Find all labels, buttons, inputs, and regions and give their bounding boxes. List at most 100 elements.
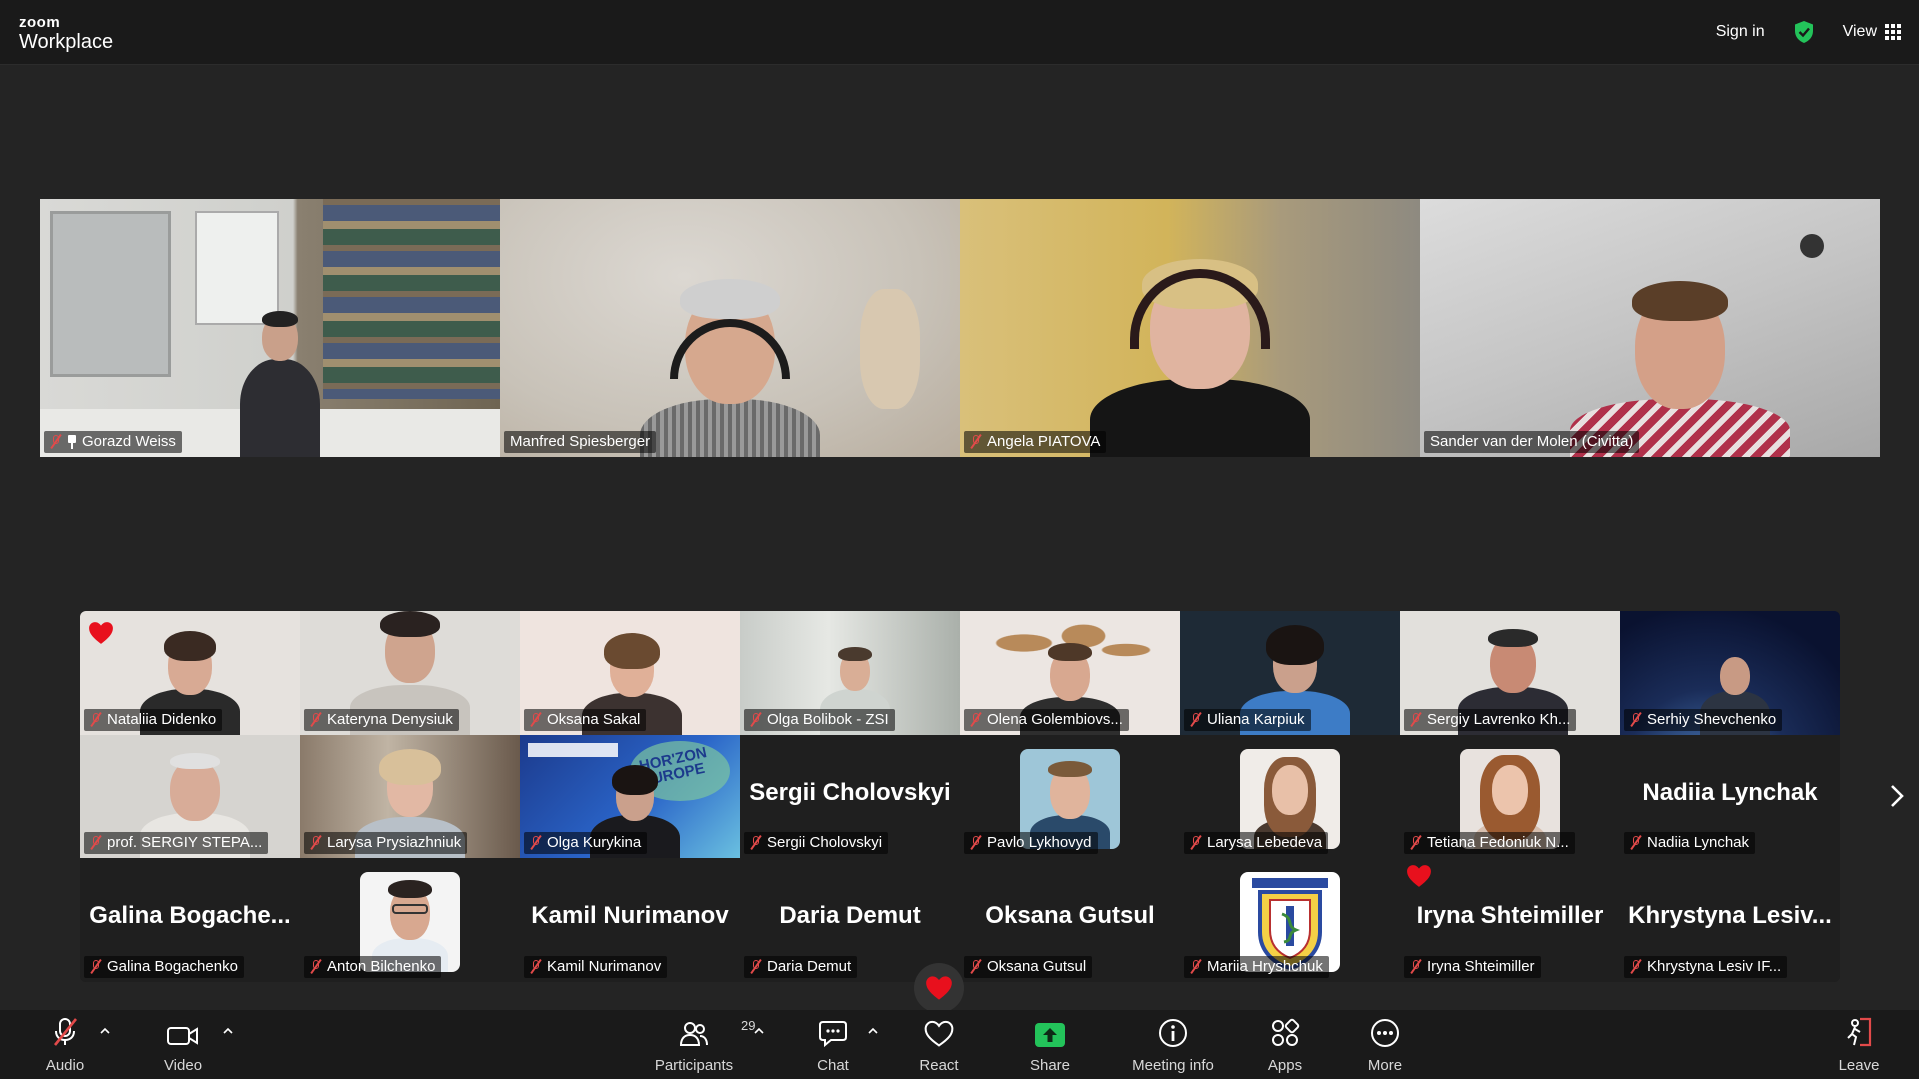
mic-muted-icon bbox=[1410, 959, 1422, 974]
mic-muted-icon bbox=[970, 959, 982, 974]
apps-label: Apps bbox=[1267, 1057, 1303, 1074]
gallery-tile[interactable]: Uliana Karpiuk bbox=[1180, 611, 1400, 735]
video-tile[interactable]: Gorazd Weiss bbox=[40, 199, 500, 457]
audio-button[interactable]: Audio bbox=[40, 1010, 90, 1079]
participant-name-tag: prof. SERGIY STEPA... bbox=[84, 832, 269, 855]
share-button[interactable]: Share bbox=[1025, 1010, 1075, 1079]
participant-display-name: Galina Bogache... bbox=[89, 902, 291, 930]
participant-name: Manfred Spiesberger bbox=[510, 433, 651, 450]
participant-name-tag: Tetiana Fedoniuk N... bbox=[1404, 832, 1575, 855]
participant-name-tag: Nadiia Lynchak bbox=[1624, 832, 1756, 855]
video-label: Video bbox=[163, 1057, 203, 1074]
gallery-tile[interactable]: Tetiana Fedoniuk N... bbox=[1400, 734, 1620, 859]
participant-name-tag: Oksana Gutsul bbox=[964, 955, 1093, 978]
participant-gallery: Nataliia Didenko Kateryna Denysiuk Oksan… bbox=[80, 611, 1840, 982]
gallery-tile[interactable]: Iryna Shteimiller Iryna Shteimiller bbox=[1400, 858, 1620, 982]
react-button[interactable]: React bbox=[914, 1010, 964, 1079]
leave-label: Leave bbox=[1838, 1057, 1880, 1074]
gallery-tile[interactable]: Olena Golembiovs... bbox=[960, 611, 1180, 735]
gallery-tile[interactable]: Olga Bolibok - ZSI bbox=[740, 611, 960, 735]
participant-name-tag: Olga Kurykina bbox=[524, 832, 648, 855]
logo-zoom-text: zoom bbox=[19, 14, 61, 31]
mic-muted-icon bbox=[750, 712, 762, 727]
mic-muted-icon bbox=[1190, 712, 1202, 727]
participant-name: Sander van der Molen (Civitta) bbox=[1430, 433, 1634, 450]
gallery-tile[interactable]: Anton Bilchenko bbox=[300, 858, 520, 982]
mic-muted-icon bbox=[530, 959, 542, 974]
share-screen-icon bbox=[1035, 1023, 1065, 1047]
chat-options-caret-icon[interactable] bbox=[868, 1026, 878, 1036]
audio-label: Audio bbox=[45, 1057, 85, 1074]
top-bar: zoom Workplace Sign in View bbox=[0, 0, 1919, 65]
gallery-tile[interactable]: Sergiy Lavrenko Kh... bbox=[1400, 611, 1620, 735]
gallery-tile[interactable]: Serhiy Shevchenko bbox=[1620, 611, 1840, 735]
participant-name-tag: Pavlo Lykhovyd bbox=[964, 832, 1098, 855]
gallery-tile[interactable]: Nataliia Didenko bbox=[80, 611, 300, 735]
participant-name-tag: Olga Bolibok - ZSI bbox=[744, 708, 895, 731]
participant-name: Larysa Lebedeva bbox=[1207, 834, 1323, 852]
participants-button[interactable]: 29 Participants bbox=[652, 1010, 756, 1079]
mic-muted-icon bbox=[90, 959, 102, 974]
gallery-tile[interactable]: Oksana Sakal bbox=[520, 611, 740, 735]
speaker-row: Gorazd Weiss Manfred Spiesberger Angela … bbox=[40, 199, 1882, 457]
gallery-tile[interactable]: prof. SERGIY STEPA... bbox=[80, 734, 300, 859]
meeting-info-button[interactable]: Meeting info bbox=[1125, 1010, 1221, 1079]
apps-grid-icon bbox=[1272, 1018, 1300, 1046]
participant-name: Olena Golembiovs... bbox=[987, 710, 1123, 728]
video-options-caret-icon[interactable] bbox=[223, 1026, 233, 1036]
participant-name-tag: Khrystyna Lesiv IF... bbox=[1624, 955, 1788, 978]
participants-options-caret-icon[interactable] bbox=[754, 1026, 764, 1036]
gallery-tile[interactable]: Pavlo Lykhovyd bbox=[960, 734, 1180, 859]
participant-name-tag: Daria Demut bbox=[744, 955, 858, 978]
participant-name: prof. SERGIY STEPA... bbox=[107, 834, 263, 852]
gallery-tile[interactable]: Oksana Gutsul Oksana Gutsul bbox=[960, 858, 1180, 982]
mic-muted-icon bbox=[90, 835, 102, 850]
participant-name-tag: Kamil Nurimanov bbox=[524, 955, 668, 978]
leave-door-icon bbox=[1847, 1017, 1872, 1047]
chat-button[interactable]: Chat bbox=[808, 1010, 858, 1079]
participant-name: Nadiia Lynchak bbox=[1647, 834, 1750, 852]
participant-name-tag: Larysa Prysiazhniuk bbox=[304, 832, 468, 855]
gallery-tile[interactable]: Nadiia Lynchak Nadiia Lynchak bbox=[1620, 734, 1840, 859]
gallery-tile[interactable]: Kateryna Denysiuk bbox=[300, 611, 520, 735]
view-button[interactable]: View bbox=[1843, 23, 1901, 41]
video-tile[interactable]: Angela PIATOVA bbox=[960, 199, 1420, 457]
more-label: More bbox=[1367, 1057, 1403, 1074]
participant-name-tag: Nataliia Didenko bbox=[84, 708, 223, 731]
gallery-tile[interactable]: HOR'ZON EUROPE Olga Kurykina bbox=[520, 734, 740, 859]
mic-muted-icon bbox=[310, 712, 322, 727]
apps-button[interactable]: Apps bbox=[1260, 1010, 1310, 1079]
grid-view-icon bbox=[1885, 24, 1901, 40]
gallery-tile[interactable]: Larysa Lebedeva bbox=[1180, 734, 1400, 859]
sign-in-button[interactable]: Sign in bbox=[1716, 23, 1765, 41]
gallery-tile[interactable]: Kamil Nurimanov Kamil Nurimanov bbox=[520, 858, 740, 982]
view-label: View bbox=[1842, 23, 1877, 40]
more-button[interactable]: More bbox=[1360, 1010, 1410, 1079]
participant-name: Sergiy Lavrenko Kh... bbox=[1427, 710, 1571, 728]
mic-muted-icon bbox=[1630, 712, 1642, 727]
gallery-tile[interactable]: Khrystyna Lesiv... Khrystyna Lesiv IF... bbox=[1620, 858, 1840, 982]
mic-muted-icon bbox=[530, 835, 542, 850]
gallery-tile[interactable]: Mariia Hryshchuk bbox=[1180, 858, 1400, 982]
gallery-tile[interactable]: Galina Bogache... Galina Bogachenko bbox=[80, 858, 300, 982]
video-tile[interactable]: Manfred Spiesberger bbox=[500, 199, 960, 457]
pin-icon bbox=[67, 434, 77, 449]
participant-name-tag: Uliana Karpiuk bbox=[1184, 708, 1311, 731]
security-shield-icon[interactable] bbox=[1793, 20, 1815, 44]
participant-name-tag: Anton Bilchenko bbox=[304, 955, 442, 978]
gallery-tile[interactable]: Daria Demut Daria Demut bbox=[740, 858, 960, 982]
audio-options-caret-icon[interactable] bbox=[100, 1026, 110, 1036]
participant-name: Serhiy Shevchenko bbox=[1647, 710, 1777, 728]
next-page-chevron-icon[interactable] bbox=[1886, 782, 1908, 810]
participant-name-tag: Olena Golembiovs... bbox=[964, 708, 1129, 731]
heart-reaction-icon bbox=[1406, 864, 1432, 888]
participant-display-name: Sergii Cholovskyi bbox=[749, 778, 951, 806]
participant-name-tag: Oksana Sakal bbox=[524, 708, 647, 731]
participant-name: Pavlo Lykhovyd bbox=[987, 834, 1092, 852]
active-speaker-tile[interactable]: Sander van der Molen (Civitta) bbox=[1420, 199, 1880, 457]
video-button[interactable]: Video bbox=[158, 1010, 208, 1079]
leave-button[interactable]: Leave bbox=[1834, 1010, 1884, 1079]
gallery-tile[interactable]: Sergii Cholovskyi Sergii Cholovskyi bbox=[740, 734, 960, 859]
mic-muted-icon bbox=[1190, 835, 1202, 850]
gallery-tile[interactable]: Larysa Prysiazhniuk bbox=[300, 734, 520, 859]
